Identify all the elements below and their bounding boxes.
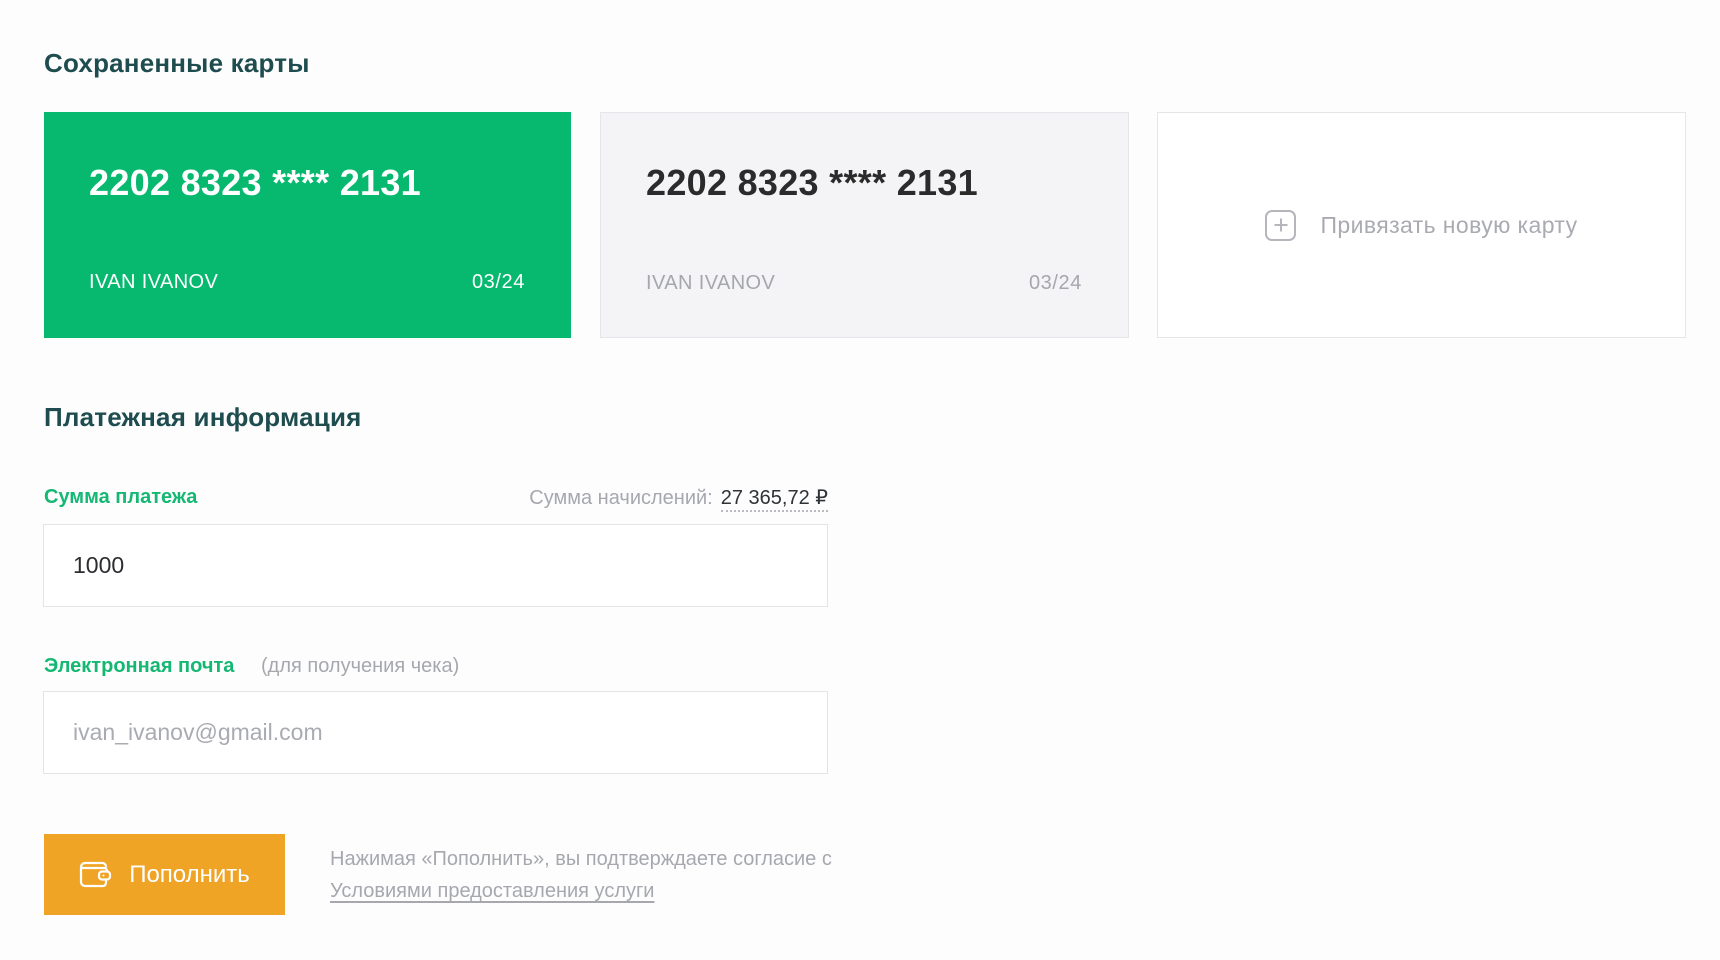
accrual-value[interactable]: 27 365,72 ₽ xyxy=(720,487,828,512)
saved-card-selected[interactable]: 2202 8323 **** 2131 IVAN IVANOV 03/24 xyxy=(44,112,571,338)
card-expiry: 03/24 xyxy=(1028,272,1082,294)
accrual-label: Сумма начислений: xyxy=(529,487,713,509)
consent-text: Нажимая «Пополнить», вы подтверждаете со… xyxy=(330,843,850,907)
amount-label: Сумма платежа xyxy=(44,486,198,508)
terms-link[interactable]: Условиями предоставления услуги xyxy=(330,880,654,902)
top-up-button[interactable]: Пополнить xyxy=(44,834,285,915)
card-expiry: 03/24 xyxy=(471,271,525,293)
email-label: Электронная почта xyxy=(44,655,235,677)
card-holder: IVAN IVANOV xyxy=(89,271,219,293)
consent-prefix: Нажимая «Пополнить», вы подтверждаете со… xyxy=(330,848,832,870)
amount-input[interactable] xyxy=(43,524,828,607)
accrual-info: Сумма начислений: 27 365,72 ₽ xyxy=(529,485,828,512)
payment-page: Сохраненные карты 2202 8323 **** 2131 IV… xyxy=(0,0,1720,960)
saved-cards-title: Сохраненные карты xyxy=(44,48,310,78)
wallet-icon xyxy=(80,861,112,888)
saved-card[interactable]: 2202 8323 **** 2131 IVAN IVANOV 03/24 xyxy=(600,112,1129,338)
card-number: 2202 8323 **** 2131 xyxy=(646,162,979,203)
email-input[interactable] xyxy=(43,691,828,774)
email-hint: (для получения чека) xyxy=(261,655,460,677)
add-card-label: Привязать новую карту xyxy=(1320,211,1578,238)
card-holder: IVAN IVANOV xyxy=(646,272,776,294)
top-up-label: Пополнить xyxy=(129,860,250,888)
plus-square-icon xyxy=(1265,209,1297,241)
payment-info-title: Платежная информация xyxy=(44,402,362,432)
add-card-button[interactable]: Привязать новую карту xyxy=(1157,112,1686,338)
card-number: 2202 8323 **** 2131 xyxy=(89,162,422,203)
